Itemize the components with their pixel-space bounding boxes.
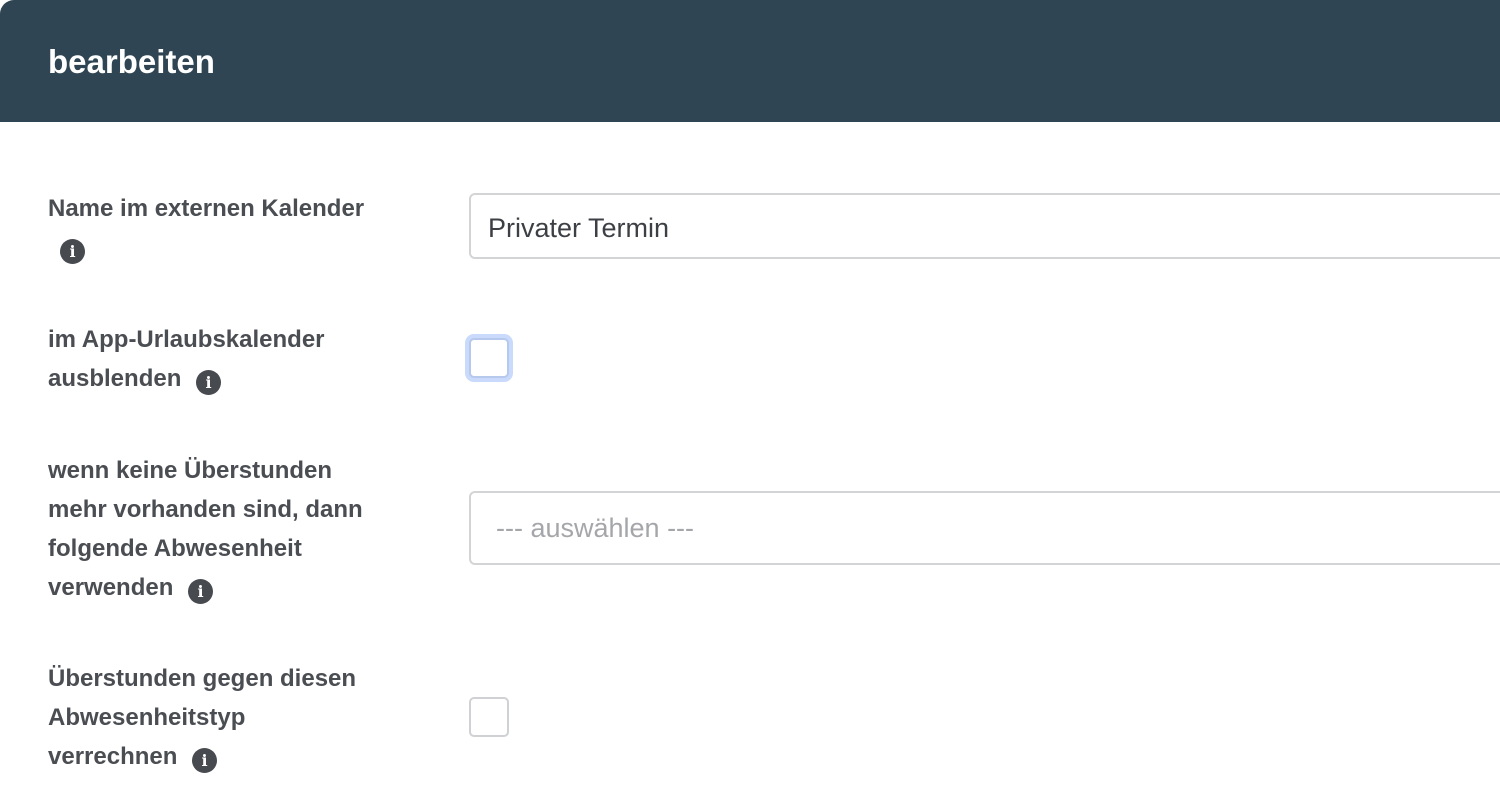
info-icon[interactable]: i: [188, 579, 214, 604]
offset-overtime-label-line2: Abwesenheitstyp: [48, 704, 246, 731]
fallback-absence-label-line4: verwenden: [48, 574, 174, 601]
offset-overtime-label-line1: Überstunden gegen diesen: [48, 665, 357, 692]
offset-overtime-label-line3: verrechnen: [48, 743, 178, 770]
hide-in-calendar-checkbox[interactable]: [469, 338, 509, 378]
info-icon[interactable]: i: [196, 370, 222, 395]
offset-overtime-checkbox[interactable]: [469, 697, 509, 737]
fallback-absence-label-line3: folgende Abwesenheit: [48, 535, 302, 562]
fallback-absence-label-line1: wenn keine Überstunden: [48, 457, 333, 484]
fallback-absence-placeholder: --- auswählen ---: [496, 513, 695, 543]
fallback-absence-label-line2: mehr vorhanden sind, dann: [48, 496, 363, 523]
hide-in-calendar-label-line1: im App-Urlaubskalender: [48, 326, 325, 353]
calendar-name-input[interactable]: Privater Termin: [469, 193, 1500, 259]
dialog-title: bearbeiten: [48, 43, 215, 80]
calendar-name-label: Name im externen Kalender i: [48, 189, 408, 267]
info-icon[interactable]: i: [60, 239, 85, 264]
fallback-absence-select[interactable]: --- auswählen ---: [469, 491, 1500, 565]
offset-overtime-label: Überstunden gegen diesen Abwesenheitstyp…: [48, 659, 408, 776]
info-icon[interactable]: i: [192, 748, 218, 773]
fallback-absence-label: wenn keine Überstunden mehr vorhanden si…: [48, 451, 408, 607]
hide-in-calendar-label-line2: ausblenden: [48, 365, 182, 392]
calendar-name-label-text: Name im externen Kalender: [48, 195, 365, 222]
hide-in-calendar-label: im App-Urlaubskalender ausblenden i: [48, 320, 408, 398]
dialog-header: bearbeiten: [0, 0, 1500, 122]
